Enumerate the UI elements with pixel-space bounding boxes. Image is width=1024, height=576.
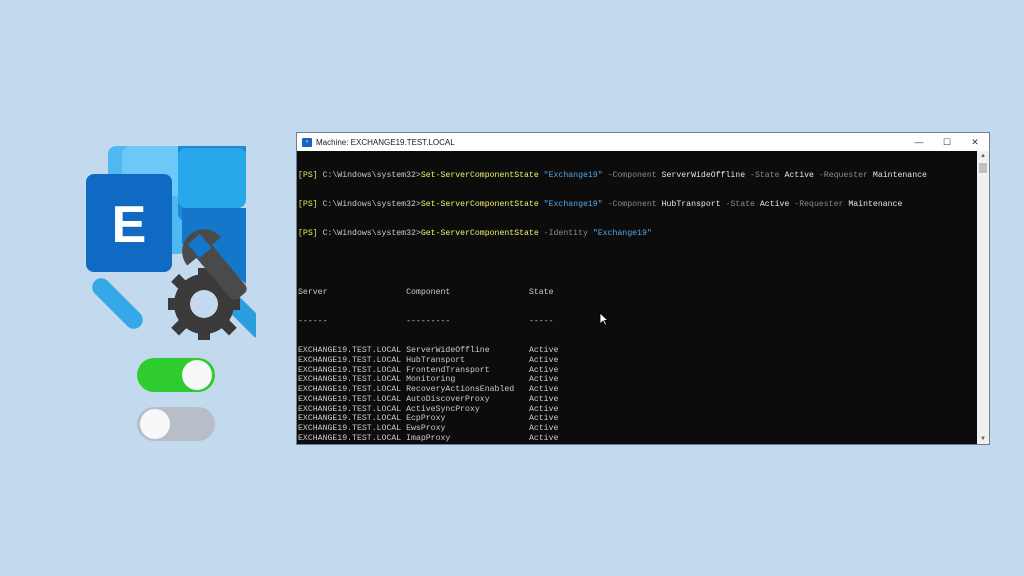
cell-state: Active: [528, 404, 559, 414]
table-row: EXCHANGE19.TEST.LOCAL EwsProxy Active: [298, 424, 977, 434]
table-header-underline: ------ --------- -----: [298, 316, 554, 326]
cell-state: Active: [528, 365, 559, 375]
cell-state: Active: [528, 394, 559, 404]
cell-server: EXCHANGE19.TEST.LOCAL: [298, 355, 407, 365]
cell-component: OabProxy: [406, 444, 529, 445]
command-line: [PS] C:\Windows\system32>Set-ServerCompo…: [298, 170, 927, 180]
cell-component: AutoDiscoverProxy: [406, 394, 529, 404]
table-row: EXCHANGE19.TEST.LOCAL HubTransport Activ…: [298, 356, 977, 366]
mouse-pointer-icon: [599, 312, 609, 326]
close-button[interactable]: ✕: [961, 133, 989, 151]
cell-component: EwsProxy: [406, 424, 529, 433]
toggle-knob: [182, 360, 212, 390]
cell-server: EXCHANGE19.TEST.LOCAL: [298, 404, 407, 414]
cell-state: Active: [529, 444, 558, 445]
cell-component: HubTransport: [406, 355, 529, 365]
cell-component: FrontendTransport: [406, 365, 529, 375]
table-row: EXCHANGE19.TEST.LOCAL ServerWideOffline …: [298, 346, 977, 356]
powershell-window: › Machine: EXCHANGE19.TEST.LOCAL — ☐ ✕ […: [296, 132, 990, 445]
cell-server: EXCHANGE19.TEST.LOCAL: [298, 385, 407, 394]
exchange-logo-icon: E: [86, 144, 269, 344]
cell-component: RecoveryActionsEnabled: [406, 385, 529, 394]
table-row: EXCHANGE19.TEST.LOCAL FrontendTransport …: [298, 366, 977, 376]
command-line: [PS] C:\Windows\system32>Set-ServerCompo…: [298, 199, 903, 209]
table-row: EXCHANGE19.TEST.LOCAL AutoDiscoverProxy …: [298, 395, 977, 405]
cell-server: EXCHANGE19.TEST.LOCAL: [298, 424, 407, 433]
scrollbar-thumb[interactable]: [979, 163, 987, 173]
cell-server: EXCHANGE19.TEST.LOCAL: [298, 433, 407, 443]
cell-server: EXCHANGE19.TEST.LOCAL: [298, 375, 407, 385]
table-row: EXCHANGE19.TEST.LOCAL RecoveryActionsEna…: [298, 385, 977, 395]
cell-state: Active: [528, 346, 559, 355]
minimize-button[interactable]: —: [905, 133, 933, 151]
table-row: EXCHANGE19.TEST.LOCAL ImapProxy Active: [298, 434, 977, 444]
table-header: Server Component State: [298, 288, 977, 298]
logo-letter: E: [112, 196, 147, 254]
cell-component: EcpProxy: [406, 414, 529, 424]
cell-server: EXCHANGE19.TEST.LOCAL: [298, 346, 407, 355]
cell-component: Monitoring: [406, 375, 529, 385]
maximize-button[interactable]: ☐: [933, 133, 961, 151]
cell-state: Active: [528, 375, 559, 385]
header-state: State: [528, 287, 554, 297]
cell-component: ImapProxy: [406, 433, 529, 443]
cell-server: EXCHANGE19.TEST.LOCAL: [298, 414, 407, 424]
cell-server: EXCHANGE19.TEST.LOCAL: [298, 365, 407, 375]
table-row: EXCHANGE19.TEST.LOCAL EcpProxy Active: [298, 414, 977, 424]
cell-server: EXCHANGE19.TEST.LOCAL: [298, 394, 407, 404]
cell-state: Active: [528, 424, 559, 433]
cell-state: Active: [528, 414, 559, 424]
cell-server: EXCHANGE19.TEST.LOCAL: [298, 444, 406, 445]
scroll-down-icon[interactable]: ▼: [977, 434, 989, 444]
table-row: EXCHANGE19.TEST.LOCAL OabProxy Active: [298, 444, 977, 445]
header-component: Component: [406, 287, 529, 297]
cell-state: Active: [528, 355, 559, 365]
toggle-switch-on[interactable]: [137, 358, 215, 392]
table-row: EXCHANGE19.TEST.LOCAL Monitoring Active: [298, 375, 977, 385]
console-output[interactable]: [PS] C:\Windows\system32>Set-ServerCompo…: [297, 151, 977, 445]
scroll-up-icon[interactable]: ▲: [977, 151, 989, 161]
toggle-switch-off[interactable]: [137, 407, 215, 441]
command-line: [PS] C:\Windows\system32>Get-ServerCompo…: [298, 229, 652, 238]
header-server: Server: [298, 287, 407, 297]
cell-state: Active: [528, 385, 559, 394]
toggle-knob: [140, 409, 170, 439]
window-title: Machine: EXCHANGE19.TEST.LOCAL: [316, 137, 455, 147]
table-row: EXCHANGE19.TEST.LOCAL ActiveSyncProxy Ac…: [298, 405, 977, 415]
vertical-scrollbar[interactable]: ▲ ▼: [977, 151, 989, 444]
cell-component: ServerWideOffline: [406, 346, 529, 355]
title-bar[interactable]: › Machine: EXCHANGE19.TEST.LOCAL — ☐ ✕: [297, 133, 989, 151]
cell-state: Active: [528, 433, 559, 443]
cell-component: ActiveSyncProxy: [406, 404, 529, 414]
powershell-icon: ›: [302, 137, 312, 147]
